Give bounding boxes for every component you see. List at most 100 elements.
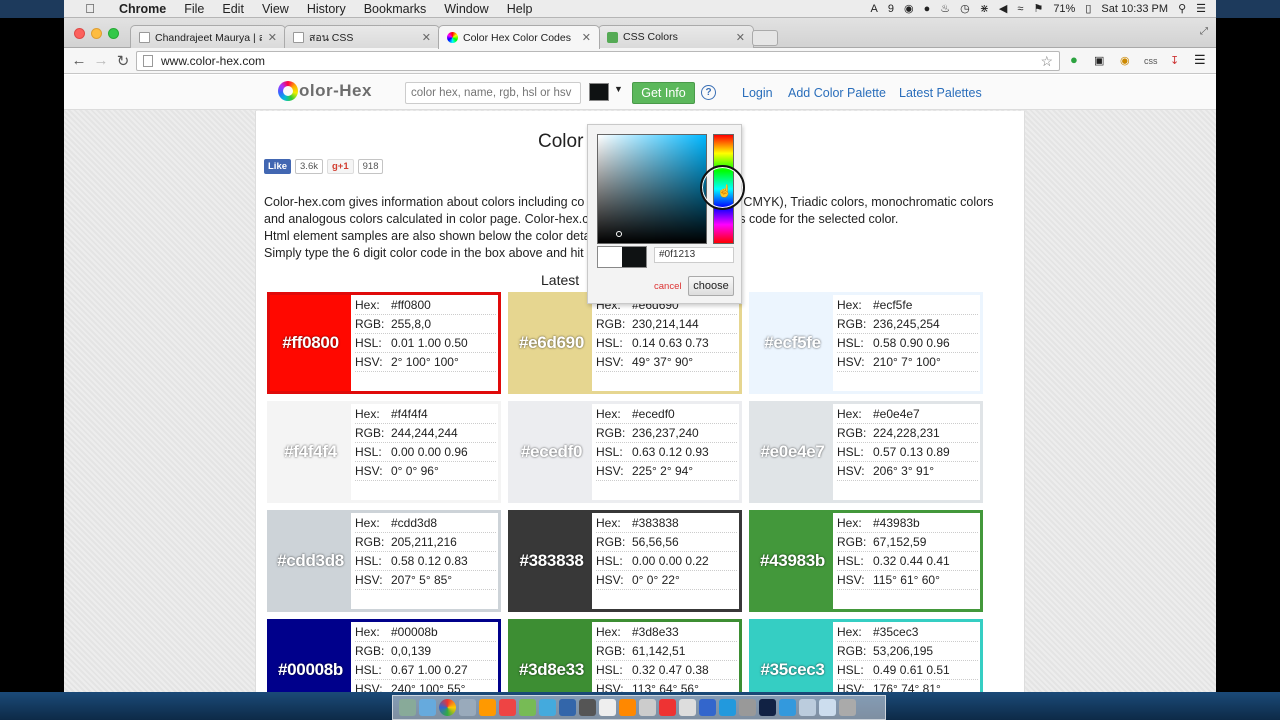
volume-icon[interactable]: ◀ [999, 2, 1007, 15]
textedit-icon[interactable] [599, 699, 616, 716]
color-swatch[interactable]: #3d8e33 [511, 622, 592, 692]
photoshop-icon[interactable] [759, 699, 776, 716]
documents-icon[interactable] [819, 699, 836, 716]
nav-add-color-palette[interactable]: Add Color Palette [788, 86, 886, 100]
menu-edit[interactable]: Edit [213, 2, 253, 16]
close-window-button[interactable] [74, 28, 85, 39]
back-arrow-icon[interactable]: ← [68, 52, 90, 69]
chrome-menu-icon[interactable]: ☰ [1194, 52, 1206, 68]
app-icon[interactable] [779, 699, 796, 716]
app-icon[interactable] [739, 699, 756, 716]
saturation-value-area[interactable] [597, 134, 707, 244]
color-picker-swatch[interactable] [589, 83, 609, 101]
color-card[interactable]: #f4f4f4 Hex: #f4f4f4 RGB: 244,244,244 HSL: 0.0… [267, 401, 501, 503]
color-swatch[interactable]: #e0e4e7 [752, 404, 833, 500]
css-extension-icon[interactable]: css [1144, 56, 1158, 66]
url-text[interactable]: www.color-hex.com [161, 54, 265, 68]
reload-icon[interactable]: ↻ [112, 52, 134, 70]
color-card[interactable]: #e0e4e7 Hex: #e0e4e7 RGB: 224,228,231 HSL: 0.5… [749, 401, 983, 503]
battery-percent[interactable]: 71% [1053, 3, 1075, 15]
color-swatch[interactable]: #00008b [270, 622, 351, 692]
color-swatch[interactable]: #ecf5fe [752, 295, 833, 391]
clock[interactable]: Sat 10:33 PM [1101, 3, 1168, 15]
color-card[interactable]: #e6d690 Hex: #e6d690 RGB: 230,214,144 HSL: 0.1… [508, 292, 742, 394]
address-bar[interactable]: www.color-hex.com ☆ [136, 51, 1060, 71]
opera-icon[interactable] [499, 699, 516, 716]
app-icon[interactable] [559, 699, 576, 716]
color-swatch[interactable]: #ff0800 [270, 295, 351, 391]
tab-css-lesson[interactable]: สอน CSS ✕ [284, 25, 440, 48]
color-swatch[interactable]: #e6d690 [511, 295, 592, 391]
color-card[interactable]: #3d8e33 Hex: #3d8e33 RGB: 61,142,51 HSL: 0.32 … [508, 619, 742, 692]
color-swatch[interactable]: #43983b [752, 513, 833, 609]
chrome-dock-icon[interactable] [439, 699, 456, 716]
help-icon[interactable]: ? [701, 85, 716, 100]
fullscreen-icon[interactable]: ⤢ [1200, 26, 1208, 37]
color-swatch[interactable]: #ecedf0 [511, 404, 592, 500]
wifi-icon[interactable]: ≈ [1017, 3, 1023, 15]
color-hex-logo[interactable]: olor-Hex [278, 81, 372, 101]
color-card[interactable]: #35cec3 Hex: #35cec3 RGB: 53,206,195 HSL: 0.49… [749, 619, 983, 692]
menu-file[interactable]: File [175, 2, 213, 16]
sv-handle[interactable] [616, 231, 622, 237]
app-icon[interactable] [519, 699, 536, 716]
notification-icon[interactable]: ● [924, 3, 931, 15]
apple-menu-icon[interactable]:  [80, 1, 100, 16]
chevron-down-icon[interactable]: ▼ [614, 84, 623, 94]
app-icon[interactable] [719, 699, 736, 716]
tab-close-icon[interactable]: ✕ [736, 31, 745, 44]
menu-bookmarks[interactable]: Bookmarks [355, 2, 436, 16]
tab-close-icon[interactable]: ✕ [422, 31, 431, 44]
evernote-extension-icon[interactable]: ● [1070, 52, 1078, 67]
bell-icon[interactable]: ♨ [940, 2, 950, 15]
picker-cancel-link[interactable]: cancel [654, 281, 681, 292]
color-search-input[interactable] [405, 82, 581, 104]
tab-css-colors[interactable]: CSS Colors ✕ [598, 25, 754, 48]
minimize-window-button[interactable] [91, 28, 102, 39]
filezilla-icon[interactable] [659, 699, 676, 716]
new-tab-button[interactable] [752, 30, 778, 46]
flag-icon[interactable]: ⚑ [1033, 2, 1043, 15]
finder-icon[interactable] [399, 699, 416, 716]
tab-close-icon[interactable]: ✕ [582, 31, 591, 44]
zoom-window-button[interactable] [108, 28, 119, 39]
terminal-icon[interactable] [579, 699, 596, 716]
color-swatch[interactable]: #f4f4f4 [270, 404, 351, 500]
menu-window[interactable]: Window [435, 2, 497, 16]
trash-icon[interactable] [839, 699, 856, 716]
color-swatch[interactable]: #383838 [511, 513, 592, 609]
firefox-icon[interactable] [479, 699, 496, 716]
app-icon[interactable] [699, 699, 716, 716]
launchpad-icon[interactable] [419, 699, 436, 716]
menu-view[interactable]: View [253, 2, 298, 16]
nav-login[interactable]: Login [742, 86, 773, 100]
tab-color-hex[interactable]: Color Hex Color Codes ✕ [438, 25, 600, 49]
spotlight-icon[interactable]: ⚲ [1178, 2, 1186, 15]
safari-icon[interactable] [539, 699, 556, 716]
menu-app-chrome[interactable]: Chrome [110, 2, 175, 16]
time-machine-icon[interactable]: ◷ [960, 2, 970, 15]
color-swatch[interactable]: #cdd3d8 [270, 513, 351, 609]
camera-extension-icon[interactable]: ▣ [1094, 54, 1104, 67]
downloads-icon[interactable] [799, 699, 816, 716]
menu-help[interactable]: Help [498, 2, 542, 16]
tab-chandrajeet[interactable]: Chandrajeet Maurya | สอนจ ✕ [130, 25, 286, 48]
menu-history[interactable]: History [298, 2, 355, 16]
bluetooth-icon[interactable]: ⋇ [980, 2, 989, 15]
color-card[interactable]: #00008b Hex: #00008b RGB: 0,0,139 HSL: 0.67 1.… [267, 619, 501, 692]
color-card[interactable]: #ff0800 Hex: #ff0800 RGB: 255,8,0 HSL: 0.01 1.… [267, 292, 501, 394]
color-card[interactable]: #43983b Hex: #43983b RGB: 67,152,59 HSL: 0.32 … [749, 510, 983, 612]
mail-icon[interactable] [459, 699, 476, 716]
forward-arrow-icon[interactable]: → [90, 52, 112, 69]
app-icon[interactable] [639, 699, 656, 716]
input-source-icon[interactable]: A [870, 3, 877, 15]
picker-hex-input[interactable]: #0f1213 [654, 247, 734, 263]
color-card[interactable]: #ecedf0 Hex: #ecedf0 RGB: 236,237,240 HSL: 0.6… [508, 401, 742, 503]
cookie-extension-icon[interactable]: ◉ [1120, 54, 1130, 67]
tab-close-icon[interactable]: ✕ [268, 31, 277, 44]
color-card[interactable]: #ecf5fe Hex: #ecf5fe RGB: 236,245,254 HSL: 0.5… [749, 292, 983, 394]
color-swatch[interactable]: #35cec3 [752, 622, 833, 692]
color-card[interactable]: #cdd3d8 Hex: #cdd3d8 RGB: 205,211,216 HSL: 0.5… [267, 510, 501, 612]
google-plus-button[interactable]: g+1 [326, 159, 354, 174]
download-extension-icon[interactable]: ↧ [1170, 54, 1179, 67]
